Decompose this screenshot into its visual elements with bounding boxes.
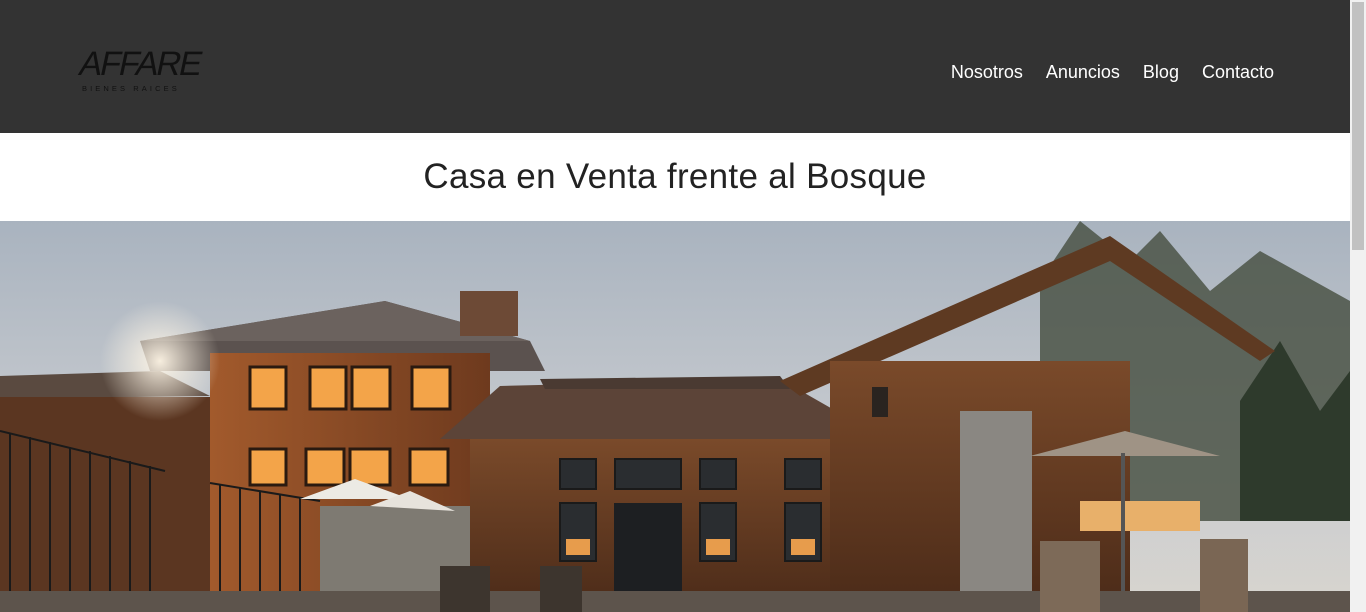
- nav-link-blog[interactable]: Blog: [1143, 61, 1179, 83]
- page: AFFARE BIENES RAICES Nosotros Anuncios B…: [0, 0, 1350, 612]
- house-photo: [0, 221, 1350, 612]
- logo-tagline: BIENES RAICES: [82, 84, 180, 93]
- nav-link-anuncios[interactable]: Anuncios: [1046, 61, 1120, 83]
- page-scrollbar[interactable]: [1350, 0, 1366, 612]
- nav-link-contacto[interactable]: Contacto: [1202, 61, 1274, 83]
- logo-wordmark-text: AFFARE: [75, 45, 205, 83]
- site-header: AFFARE BIENES RAICES Nosotros Anuncios B…: [0, 0, 1350, 133]
- hero-image: [0, 221, 1350, 612]
- title-band: Casa en Venta frente al Bosque: [0, 133, 1350, 221]
- page-title: Casa en Venta frente al Bosque: [423, 157, 927, 196]
- nav-link-nosotros[interactable]: Nosotros: [951, 61, 1023, 83]
- logo[interactable]: AFFARE BIENES RAICES: [76, 44, 204, 96]
- main-nav: Nosotros Anuncios Blog Contacto: [951, 61, 1274, 83]
- logo-wordmark: AFFARE: [76, 44, 205, 84]
- scrollbar-thumb[interactable]: [1352, 2, 1364, 250]
